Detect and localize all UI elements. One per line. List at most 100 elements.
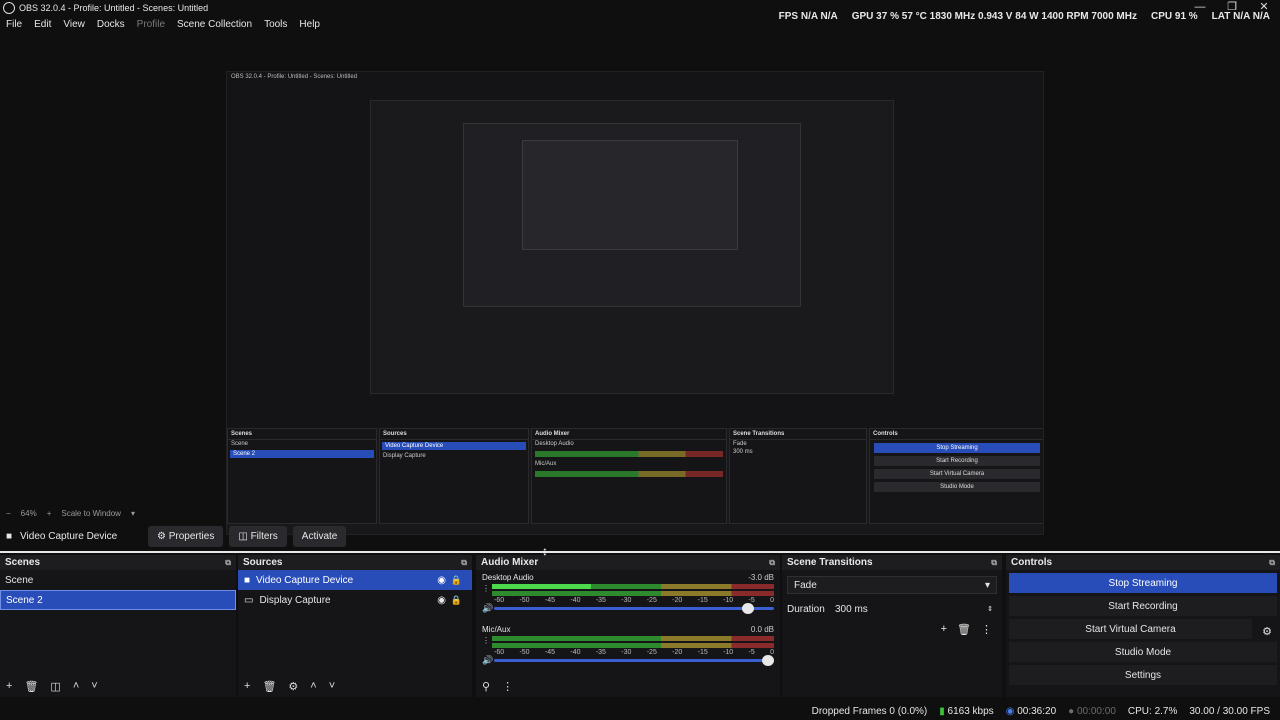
fader-knob[interactable]: [762, 655, 774, 666]
captured-channel-name: Desktop Audio: [535, 441, 574, 447]
undock-icon[interactable]: ⧉: [461, 558, 467, 568]
move-down-icon[interactable]: ˅: [91, 680, 97, 693]
filter-icon[interactable]: ◫: [50, 680, 60, 693]
scenes-header: Scenes ⧉: [0, 555, 236, 570]
undock-icon[interactable]: ⧉: [1269, 558, 1275, 568]
bitrate: ▮ 6163 kbps: [939, 706, 993, 717]
move-up-icon[interactable]: ˄: [310, 680, 316, 693]
meter-scale: -60 -50 -45 -40 -35 -30 -25 -20 -15 -10 -5 0: [494, 649, 774, 656]
move-down-icon[interactable]: ˅: [329, 680, 335, 693]
activate-button[interactable]: Activate: [292, 525, 347, 547]
undock-icon[interactable]: ⧉: [769, 558, 775, 568]
more-options-icon[interactable]: ⋮: [981, 623, 992, 636]
move-up-icon[interactable]: ˄: [73, 680, 79, 693]
trash-icon[interactable]: 🗑: [24, 680, 38, 693]
camera-icon: ■: [6, 530, 13, 542]
zoom-out-button[interactable]: −: [6, 509, 11, 518]
start-virtual-camera-button[interactable]: Start Virtual Camera: [1009, 619, 1252, 639]
trash-icon[interactable]: 🗑: [957, 623, 971, 636]
transition-row: Fade ▾: [787, 576, 997, 594]
add-icon[interactable]: +: [6, 680, 12, 693]
menu-tools[interactable]: Tools: [258, 19, 293, 30]
speaker-icon[interactable]: 🔊: [482, 603, 493, 614]
volume-meter: [492, 584, 774, 596]
link-icon[interactable]: ⚲: [482, 680, 490, 693]
chevron-down-icon[interactable]: ▾: [131, 509, 135, 518]
captured-channel-name: Mic/Aux: [535, 461, 557, 467]
scenes-dock: Scenes ⧉ Scene Scene 2 + 🗑 ◫ ˄ ˅: [0, 555, 236, 697]
menu-docks[interactable]: Docks: [91, 19, 131, 30]
camera-icon: ■: [244, 574, 251, 586]
virtual-camera-settings-gear-icon[interactable]: ⚙: [1262, 625, 1272, 638]
captured-source-item: Display Capture: [383, 453, 426, 459]
captured-duration: 300 ms: [733, 449, 753, 455]
more-options-icon[interactable]: ⋮: [502, 680, 513, 693]
lock-icon[interactable]: 🔒: [451, 575, 462, 586]
filters-label: Filters: [250, 530, 278, 542]
lock-icon[interactable]: 🔒: [451, 595, 462, 606]
zoom-in-button[interactable]: +: [47, 509, 52, 518]
scenes-toolbar: + 🗑 ◫ ˄ ˅: [6, 680, 98, 693]
undock-icon[interactable]: ⧉: [225, 558, 231, 568]
visibility-eye-icon[interactable]: ◉: [437, 575, 446, 586]
add-icon[interactable]: +: [941, 623, 947, 636]
volume-fader[interactable]: [494, 603, 774, 614]
captured-start-recording: Start Recording: [874, 456, 1040, 466]
menu-help[interactable]: Help: [293, 19, 326, 30]
settings-button[interactable]: Settings: [1009, 665, 1277, 685]
fps-readout: 30.00 / 30.00 FPS: [1189, 705, 1270, 717]
visibility-eye-icon[interactable]: ◉: [437, 595, 446, 606]
captured-scene-item: Scene: [231, 441, 249, 447]
chevron-down-icon: ▾: [984, 579, 990, 591]
transition-select[interactable]: Fade ▾: [787, 576, 997, 594]
captured-studio-mode: Studio Mode: [874, 482, 1040, 492]
gear-icon[interactable]: ⚙: [288, 680, 298, 693]
transitions-toolbar: + 🗑 ⋮: [941, 623, 992, 636]
undock-icon[interactable]: ⧉: [991, 558, 997, 568]
scale-tick: -25: [646, 649, 657, 656]
speaker-icon[interactable]: 🔊: [482, 655, 493, 666]
scale-tick: -60: [494, 649, 505, 656]
scale-tick: -35: [595, 597, 606, 604]
trash-icon[interactable]: 🗑: [262, 680, 276, 693]
scale-tick: 0: [770, 597, 774, 604]
channel-menu-icon[interactable]: ⋮: [482, 584, 490, 593]
source-item[interactable]: ▭ Display Capture ◉ 🔒: [238, 590, 472, 610]
source-item-selected[interactable]: ■ Video Capture Device ◉ 🔒: [238, 570, 472, 590]
captured-meter: [535, 471, 723, 477]
captured-preview-nested: [463, 123, 801, 307]
fader-knob[interactable]: [742, 603, 755, 614]
scale-tick: -50: [519, 597, 530, 604]
dock-divider[interactable]: [0, 551, 1280, 553]
properties-label: Properties: [168, 530, 215, 542]
menu-view[interactable]: View: [57, 19, 91, 30]
obs-logo-icon: [3, 2, 15, 14]
spin-arrows-icon[interactable]: ⇕: [987, 605, 993, 613]
filters-button[interactable]: ◫ Filters: [229, 525, 287, 547]
scene-item-selected[interactable]: Scene 2: [0, 590, 236, 610]
monitor-icon: ▭: [244, 594, 254, 606]
studio-mode-button[interactable]: Studio Mode: [1009, 642, 1277, 662]
captured-mixer-header: Audio Mixer: [532, 429, 726, 440]
stop-streaming-button[interactable]: Stop Streaming: [1009, 573, 1277, 593]
menu-file[interactable]: File: [0, 19, 28, 30]
menu-profile[interactable]: Profile: [131, 19, 171, 30]
menu-scene-collection[interactable]: Scene Collection: [171, 19, 258, 30]
preview-canvas[interactable]: OBS 32.0.4 - Profile: Untitled - Scenes:…: [0, 33, 1280, 535]
channel-menu-icon[interactable]: ⋮: [482, 636, 490, 645]
duration-spinbox[interactable]: 300 ms ⇕: [831, 600, 997, 618]
status-bar: Dropped Frames 0 (0.0%) ▮ 6163 kbps ◉ 00…: [0, 702, 1280, 720]
start-recording-button[interactable]: Start Recording: [1009, 596, 1277, 616]
menu-edit[interactable]: Edit: [28, 19, 57, 30]
add-icon[interactable]: +: [244, 680, 250, 693]
controls-title: Controls: [1011, 557, 1053, 568]
scene-item[interactable]: Scene: [0, 570, 236, 590]
scale-tick: -5: [748, 649, 755, 656]
scale-tick: -30: [621, 597, 632, 604]
properties-button[interactable]: ⚙ Properties: [148, 525, 224, 547]
duration-value: 300 ms: [835, 603, 868, 615]
menu-bar: File Edit View Docks Profile Scene Colle…: [0, 16, 1280, 33]
volume-fader[interactable]: [494, 655, 774, 666]
scene-transitions-dock: Scene Transitions ⧉ Fade ▾ Duration 300 …: [782, 555, 1002, 697]
scale-mode-dropdown[interactable]: Scale to Window: [61, 509, 121, 518]
